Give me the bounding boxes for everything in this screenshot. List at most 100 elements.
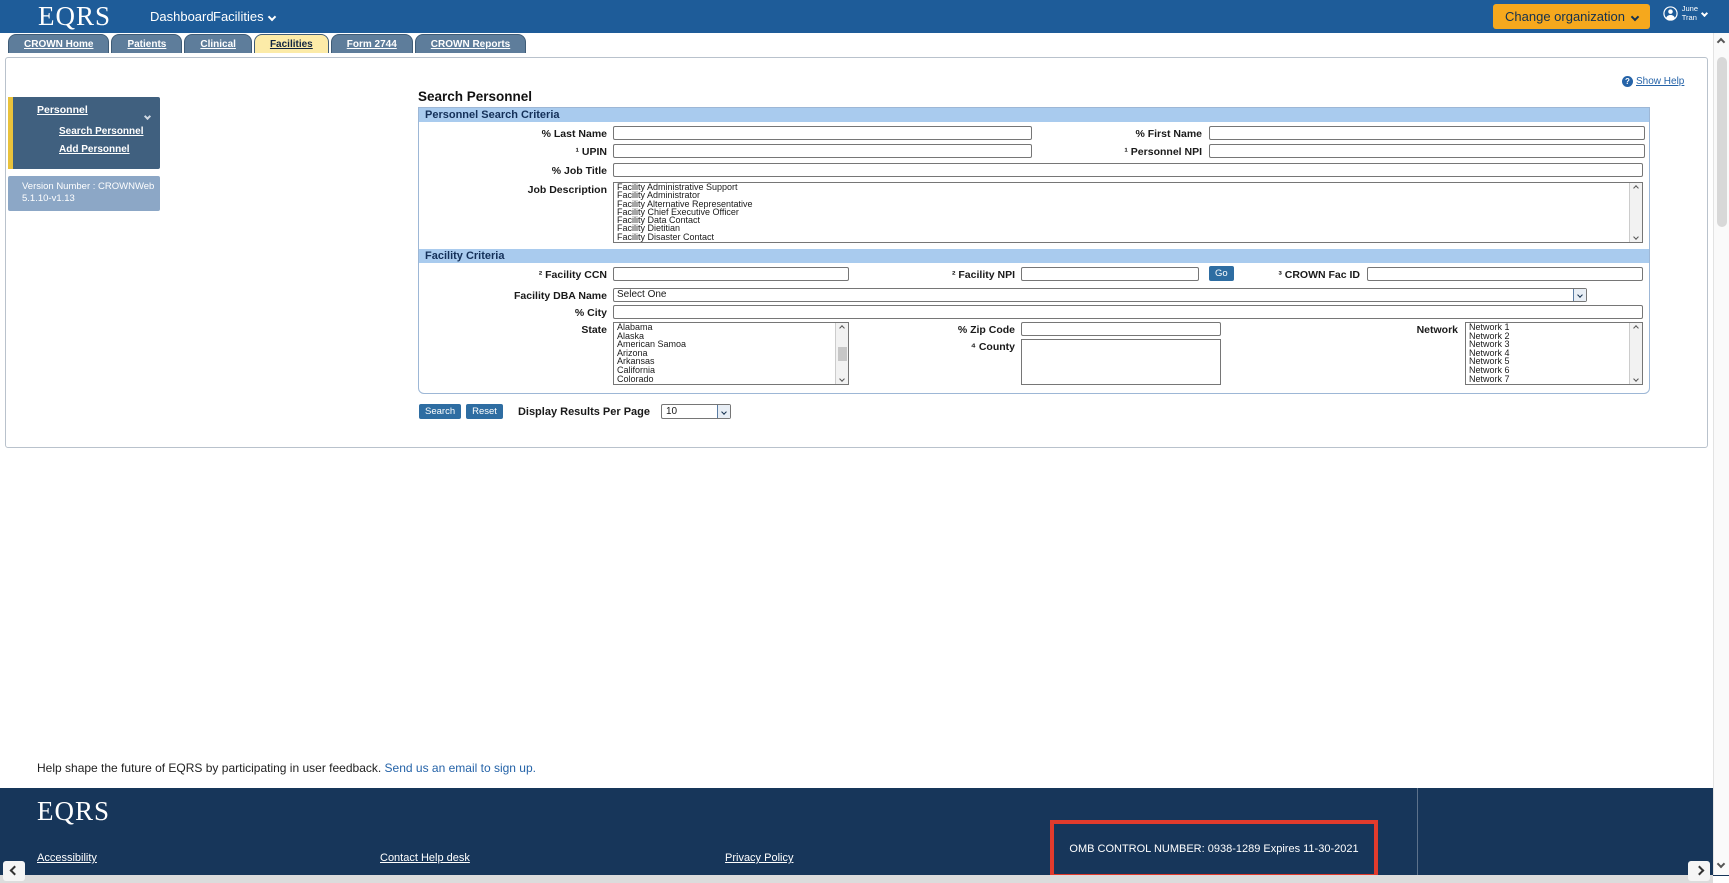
form-row-facility-ids: ² Facility CCN ² Facility NPI Go ³ CROWN… — [419, 267, 1647, 284]
per-page-value: 10 — [666, 406, 677, 417]
chevron-down-icon[interactable] — [145, 106, 150, 124]
footer-link-privacy-policy[interactable]: Privacy Policy — [725, 852, 793, 864]
personnel-search-criteria-header: Personnel Search Criteria — [419, 108, 1649, 122]
scrollbar-thumb[interactable] — [1717, 57, 1727, 227]
per-page-select[interactable]: 10 — [661, 404, 731, 419]
page-footer: EQRS Accessibility Contact Help desk Pri… — [0, 788, 1729, 876]
scrollbar-thumb[interactable] — [838, 347, 847, 361]
chevron-down-icon — [1631, 13, 1639, 21]
network-listbox[interactable]: Network 1 Network 2 Network 3 Network 4 … — [1465, 322, 1643, 385]
city-input[interactable] — [613, 305, 1643, 319]
listbox-option[interactable]: Colorado — [614, 375, 848, 384]
form-actions: Search Reset Display Results Per Page 10 — [419, 404, 731, 419]
sidebar-item-personnel[interactable]: Personnel — [37, 104, 88, 116]
nav-dashboard[interactable]: Dashboard — [150, 0, 214, 33]
scroll-up-icon[interactable] — [839, 325, 845, 331]
user-menu[interactable]: June Tran — [1663, 5, 1707, 22]
feedback-text: Help shape the future of EQRS by partici… — [37, 761, 381, 775]
city-label: % City — [419, 307, 607, 319]
form-row-dba: Facility DBA Name Select One — [419, 288, 1647, 305]
listbox-option[interactable]: Facility Administrative Support — [614, 183, 1642, 191]
facility-npi-label: ² Facility NPI — [859, 269, 1015, 281]
tab-crown-reports[interactable]: CROWN Reports — [415, 34, 526, 53]
sidebar-item-add-personnel[interactable]: Add Personnel — [59, 144, 130, 155]
version-number-box: Version Number : CROWNWeb 5.1.10-v1.13 — [8, 176, 160, 211]
scroll-down-icon[interactable] — [1717, 860, 1725, 868]
scroll-up-icon[interactable] — [1633, 185, 1639, 191]
job-title-input[interactable] — [613, 163, 1643, 177]
listbox-option[interactable]: Facility Data Contact — [614, 216, 1642, 224]
help-icon: ? — [1622, 76, 1633, 87]
scroll-up-icon[interactable] — [1717, 38, 1725, 46]
vertical-scrollbar[interactable] — [1713, 33, 1729, 875]
facility-dba-value: Select One — [617, 289, 666, 300]
personnel-npi-input[interactable] — [1209, 144, 1645, 158]
listbox-option[interactable]: Facility Alternative Representative — [614, 200, 1642, 208]
version-line1: Version Number : CROWNWeb — [22, 181, 160, 193]
facility-ccn-input[interactable] — [613, 267, 849, 281]
horizontal-scrollbar[interactable] — [0, 875, 1713, 883]
chevron-down-icon[interactable] — [717, 405, 730, 418]
footer-divider — [1417, 788, 1418, 876]
omb-control-number-text: OMB CONTROL NUMBER: 0938-1289 Expires 11… — [1069, 843, 1358, 855]
listbox-scrollbar[interactable] — [1629, 183, 1642, 242]
listbox-scrollbar[interactable] — [1629, 323, 1642, 384]
state-label: State — [419, 324, 607, 336]
form-row-name: % Last Name % First Name — [419, 126, 1647, 143]
go-button[interactable]: Go — [1209, 266, 1234, 281]
eqrs-app: EQRS Dashboard Facilities Change organiz… — [0, 0, 1729, 883]
tab-form-2744[interactable]: Form 2744 — [331, 34, 413, 53]
facility-criteria-header: Facility Criteria — [419, 249, 1649, 263]
first-name-input[interactable] — [1209, 126, 1645, 140]
tab-patients[interactable]: Patients — [111, 34, 182, 53]
scroll-left-button[interactable] — [3, 861, 25, 881]
reset-button[interactable]: Reset — [466, 404, 503, 419]
listbox-option[interactable]: Facility Disaster Contact — [614, 233, 1642, 241]
last-name-input[interactable] — [613, 126, 1032, 140]
nav-facilities-label: Facilities — [213, 9, 264, 24]
listbox-option[interactable]: Facility Chief Executive Officer — [614, 208, 1642, 216]
facility-dba-select[interactable]: Select One — [613, 288, 1587, 302]
footer-link-contact-help-desk[interactable]: Contact Help desk — [380, 852, 470, 864]
scroll-right-button[interactable] — [1688, 861, 1710, 881]
upin-input[interactable] — [613, 144, 1032, 158]
tab-facilities[interactable]: Facilities — [254, 34, 329, 53]
state-listbox[interactable]: Alabama Alaska American Samoa Arizona Ar… — [613, 322, 849, 385]
listbox-option[interactable]: Facility Administrator — [614, 191, 1642, 199]
scroll-down-icon[interactable] — [1633, 376, 1639, 382]
zip-code-input[interactable] — [1021, 322, 1221, 336]
change-organization-button[interactable]: Change organization — [1493, 4, 1650, 29]
tab-crown-home[interactable]: CROWN Home — [8, 34, 109, 53]
chevron-down-icon[interactable] — [1573, 289, 1586, 301]
listbox-option[interactable]: Network 7 — [1466, 375, 1642, 384]
user-icon — [1663, 6, 1678, 21]
search-button[interactable]: Search — [419, 404, 461, 419]
feedback-line: Help shape the future of EQRS by partici… — [37, 761, 536, 775]
listbox-option[interactable]: American Samoa — [614, 340, 848, 349]
form-row-job-title: % Job Title — [419, 163, 1647, 180]
crown-fac-id-label: ³ CROWN Fac ID — [1264, 269, 1360, 281]
eqrs-logo: EQRS — [38, 0, 111, 33]
listbox-scrollbar[interactable] — [835, 323, 848, 384]
chevron-right-icon — [1694, 866, 1704, 876]
chevron-down-icon — [1701, 10, 1708, 17]
scroll-down-icon[interactable] — [839, 376, 845, 382]
sidebar-item-search-personnel[interactable]: Search Personnel — [59, 126, 143, 137]
listbox-option[interactable]: Facility Dietitian — [614, 224, 1642, 232]
listbox-option[interactable]: Alabama — [614, 323, 848, 332]
job-title-label: % Job Title — [419, 165, 607, 177]
scroll-down-icon[interactable] — [1633, 234, 1639, 240]
crown-fac-id-input[interactable] — [1367, 267, 1643, 281]
job-description-label: Job Description — [419, 184, 607, 196]
network-label: Network — [1339, 324, 1458, 336]
last-name-label: % Last Name — [419, 128, 607, 140]
feedback-signup-link[interactable]: Send us an email to sign up. — [385, 761, 536, 775]
job-description-listbox[interactable]: Facility Administrative Support Facility… — [613, 182, 1643, 243]
footer-link-accessibility[interactable]: Accessibility — [37, 852, 97, 864]
facility-npi-input[interactable] — [1021, 267, 1199, 281]
tab-clinical[interactable]: Clinical — [184, 34, 252, 53]
nav-facilities-menu[interactable]: Facilities — [213, 0, 275, 33]
scroll-up-icon[interactable] — [1633, 325, 1639, 331]
county-textarea[interactable] — [1021, 339, 1221, 385]
show-help-link[interactable]: ? Show Help — [1622, 76, 1684, 87]
